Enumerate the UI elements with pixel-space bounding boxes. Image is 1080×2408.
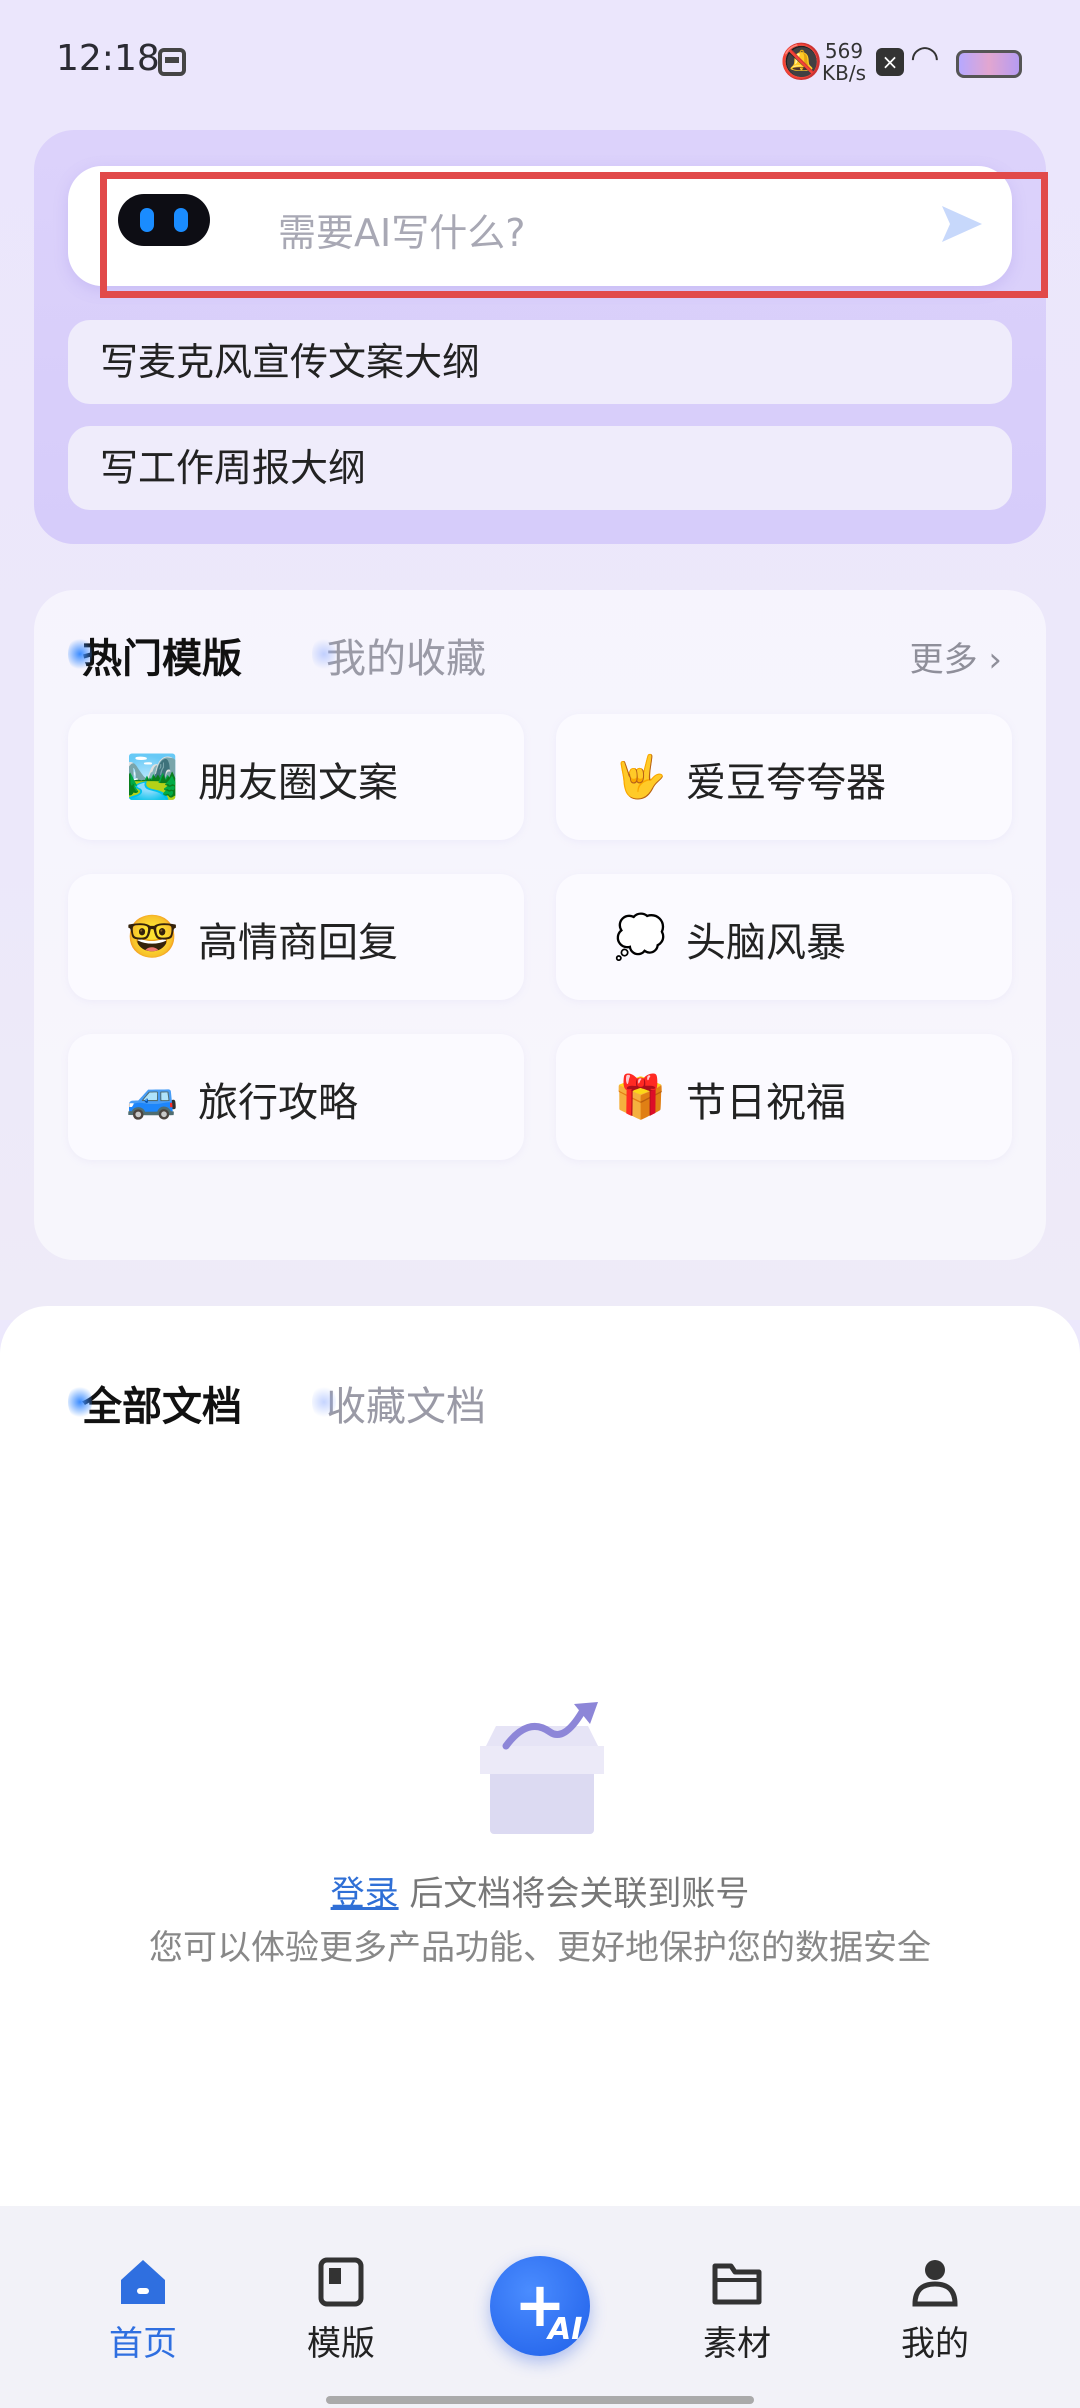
network-speed: 569 KB/s [822,40,866,84]
tab-indicator [68,636,92,672]
fab-ai-label: AI [548,2312,583,2347]
template-tile[interactable]: 🎁 节日祝福 [556,1034,1012,1160]
template-label: 朋友圈文案 [198,760,398,806]
empty-state-text: 后文档将会关联到账号 [398,1874,750,1914]
love-you-hand-icon: 🤟 [614,752,667,801]
bottom-nav: 首页 模版 + AI 素材 我的 [0,2206,1080,2408]
home-icon [121,2260,165,2304]
tab-hot-templates[interactable]: 热门模版 [68,626,242,684]
nav-label: 我的 [901,2324,969,2364]
network-speed-unit: KB/s [822,61,866,85]
template-label: 爱豆夸夸器 [686,760,886,806]
gift-icon: 🎁 [614,1072,667,1121]
tab-label: 热门模版 [82,636,242,682]
tab-indicator [312,636,336,672]
template-tile[interactable]: 🏞️ 朋友圈文案 [68,714,524,840]
tab-indicator [68,1384,92,1420]
login-link[interactable]: 登录 [331,1874,399,1914]
status-bar: 12:18 🔕 569 KB/s × ◠ [0,0,1080,128]
landscape-photo-icon: 🏞️ [126,752,179,801]
template-tile[interactable]: 🤟 爱豆夸夸器 [556,714,1012,840]
nav-profile[interactable]: 我的 [870,2254,1000,2365]
template-label: 高情商回复 [198,920,398,966]
tab-indicator [312,1384,336,1420]
nav-label: 首页 [109,2324,177,2364]
bell-muted-icon: 🔕 [780,42,823,82]
suggestion-chip[interactable]: 写麦克风宣传文案大纲 [68,320,1012,404]
empty-state-message: 登录 后文档将会关联到账号 [0,1866,1080,1915]
send-icon[interactable] [938,200,986,248]
more-link[interactable]: 更多 › [910,632,1002,681]
documents-panel: 全部文档 收藏文档 登录 后文档将会关联到账号 您可以体验更多产品功能、更好地保… [0,1306,1080,2206]
ai-create-button[interactable]: + AI [490,2256,590,2356]
template-label: 旅行攻略 [198,1080,358,1126]
nav-home[interactable]: 首页 [78,2254,208,2365]
template-tile[interactable]: 🚙 旅行攻略 [68,1034,524,1160]
nav-materials[interactable]: 素材 [672,2254,802,2365]
status-time: 12:18 [56,38,160,79]
folder-icon [712,2263,762,2305]
wifi-icon: ◠ [910,38,940,78]
nav-templates[interactable]: 模版 [276,2254,406,2365]
template-tile[interactable]: 🤓 高情商回复 [68,874,524,1000]
tab-my-favorites[interactable]: 我的收藏 [312,626,486,684]
robot-avatar-icon [118,194,210,246]
ai-prompt-placeholder: 需要AI写什么? [278,211,526,255]
battery-icon [956,50,1022,78]
empty-state-subtext: 您可以体验更多产品功能、更好地保护您的数据安全 [149,1928,931,1968]
thought-bubble-icon: 💭 [614,912,667,961]
empty-box-icon [480,1702,604,1834]
nav-label: 素材 [703,2324,771,2364]
home-indicator[interactable] [326,2396,754,2404]
calendar-notification-icon [158,48,186,76]
template-tile[interactable]: 💭 头脑风暴 [556,874,1012,1000]
tab-favorite-documents[interactable]: 收藏文档 [312,1374,486,1432]
profile-icon [912,2260,958,2307]
ai-prompt-input[interactable]: 需要AI写什么? [68,166,1012,286]
tab-all-documents[interactable]: 全部文档 [68,1374,242,1432]
network-speed-value: 569 [824,39,864,63]
template-icon [318,2257,364,2307]
tab-label: 全部文档 [82,1384,242,1430]
templates-card: 热门模版 我的收藏 更多 › 🏞️ 朋友圈文案 🤟 爱豆夸夸器 🤓 高情商回复 … [34,590,1046,1260]
nav-label: 模版 [307,2324,375,2364]
template-label: 节日祝福 [686,1080,846,1126]
suggestion-chip[interactable]: 写工作周报大纲 [68,426,1012,510]
sim-off-icon: × [876,48,904,76]
nerd-face-icon: 🤓 [126,912,179,961]
tab-label: 我的收藏 [326,636,486,682]
tab-label: 收藏文档 [326,1384,486,1430]
ai-writing-card: 需要AI写什么? 写麦克风宣传文案大纲 写工作周报大纲 [34,130,1046,544]
template-label: 头脑风暴 [686,920,846,966]
car-icon: 🚙 [126,1072,179,1121]
